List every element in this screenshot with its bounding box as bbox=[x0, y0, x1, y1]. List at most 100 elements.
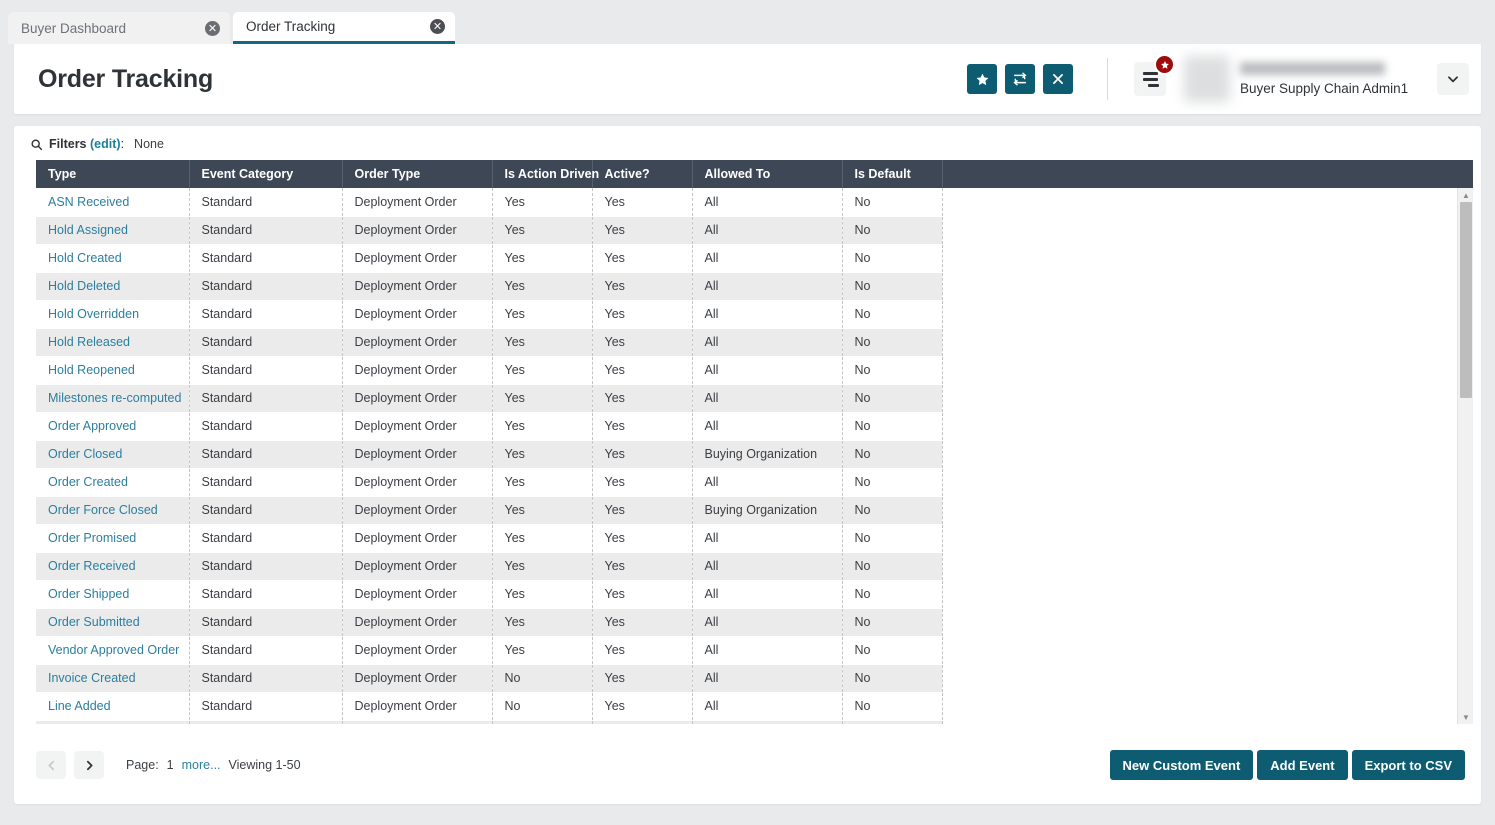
filters-bar: Filters (edit) : None bbox=[14, 126, 1481, 160]
column-header[interactable]: Allowed To bbox=[692, 160, 842, 188]
column-header[interactable]: Active? bbox=[592, 160, 692, 188]
table-row[interactable]: Order PromisedStandardDeployment OrderYe… bbox=[36, 524, 1473, 552]
column-header[interactable]: Event Category bbox=[189, 160, 342, 188]
event-type-link[interactable]: Order Shipped bbox=[48, 587, 129, 601]
table-row[interactable]: Order SubmittedStandardDeployment OrderY… bbox=[36, 608, 1473, 636]
more-pages-link[interactable]: more... bbox=[182, 758, 221, 772]
event-type-link-cell[interactable]: Hold Created bbox=[36, 244, 189, 272]
table-row[interactable]: Order CreatedStandardDeployment OrderYes… bbox=[36, 468, 1473, 496]
scroll-up-arrow[interactable]: ▲ bbox=[1458, 188, 1473, 202]
close-icon[interactable]: ✕ bbox=[430, 19, 445, 34]
event-type-link[interactable]: Hold Deleted bbox=[48, 279, 120, 293]
previous-page-button[interactable] bbox=[36, 751, 66, 779]
table-row[interactable]: Hold OverriddenStandardDeployment OrderY… bbox=[36, 300, 1473, 328]
new-custom-event-button[interactable]: New Custom Event bbox=[1110, 750, 1254, 780]
event-type-link-cell[interactable]: ASN Received bbox=[36, 188, 189, 216]
filters-edit-link[interactable]: (edit) bbox=[90, 137, 121, 151]
event-type-link[interactable]: Order Received bbox=[48, 559, 136, 573]
event-type-link[interactable]: Hold Overridden bbox=[48, 307, 139, 321]
event-type-link-cell[interactable]: Order Received bbox=[36, 552, 189, 580]
event-type-link[interactable]: Order Submitted bbox=[48, 615, 140, 629]
event-type-link[interactable]: Milestones re-computed bbox=[48, 391, 181, 405]
close-button[interactable] bbox=[1043, 64, 1073, 94]
user-account-block[interactable]: Buyer Supply Chain Admin1 bbox=[1184, 44, 1481, 114]
event-type-link[interactable]: Order Closed bbox=[48, 447, 122, 461]
event-type-link-cell[interactable]: Vendor Approved Order bbox=[36, 636, 189, 664]
table-row[interactable]: Line AddedStandardDeployment OrderNoYesA… bbox=[36, 692, 1473, 720]
event-type-link-cell[interactable]: Hold Deleted bbox=[36, 272, 189, 300]
event-type-link[interactable]: Hold Released bbox=[48, 335, 130, 349]
table-cell: Deployment Order bbox=[342, 188, 492, 216]
table-vertical-scrollbar[interactable]: ▲ ▼ bbox=[1457, 188, 1473, 724]
scroll-down-arrow[interactable]: ▼ bbox=[1458, 710, 1473, 724]
event-type-link-cell[interactable]: Order Submitted bbox=[36, 608, 189, 636]
browser-tab-strip: Buyer Dashboard ✕ Order Tracking ✕ bbox=[0, 0, 1495, 44]
column-header[interactable]: Is Default bbox=[842, 160, 942, 188]
table-row[interactable]: Hold AssignedStandardDeployment OrderYes… bbox=[36, 216, 1473, 244]
scrollbar-thumb[interactable] bbox=[1460, 202, 1472, 398]
table-row[interactable]: Hold DeletedStandardDeployment OrderYesY… bbox=[36, 272, 1473, 300]
column-header[interactable]: Is Action Driven bbox=[492, 160, 592, 188]
table-cell: Deployment Order bbox=[342, 664, 492, 692]
event-type-link-cell[interactable]: Line Added bbox=[36, 692, 189, 720]
table-row[interactable]: Order ApprovedStandardDeployment OrderYe… bbox=[36, 412, 1473, 440]
table-row[interactable]: Order ReceivedStandardDeployment OrderYe… bbox=[36, 552, 1473, 580]
event-type-link[interactable]: Hold Assigned bbox=[48, 223, 128, 237]
event-type-link[interactable]: Hold Created bbox=[48, 251, 122, 265]
table-cell: Yes bbox=[592, 188, 692, 216]
add-event-button[interactable]: Add Event bbox=[1257, 750, 1347, 780]
event-type-link-cell[interactable] bbox=[36, 720, 189, 724]
table-cell: No bbox=[842, 692, 942, 720]
table-row[interactable]: Order ShippedStandardDeployment OrderYes… bbox=[36, 580, 1473, 608]
event-type-link[interactable]: ASN Received bbox=[48, 195, 129, 209]
event-type-link[interactable]: Line Added bbox=[48, 699, 111, 713]
table-row[interactable]: Vendor Approved OrderStandardDeployment … bbox=[36, 636, 1473, 664]
event-type-link[interactable]: Hold Reopened bbox=[48, 363, 135, 377]
user-menu-toggle[interactable] bbox=[1437, 63, 1469, 95]
table-cell-filler bbox=[942, 720, 1473, 724]
event-type-link-cell[interactable]: Order Promised bbox=[36, 524, 189, 552]
content-card: Filters (edit) : None TypeEvent Category… bbox=[14, 126, 1481, 804]
export-to-csv-button[interactable]: Export to CSV bbox=[1352, 750, 1465, 780]
event-type-link-cell[interactable]: Order Closed bbox=[36, 440, 189, 468]
event-type-link-cell[interactable]: Hold Overridden bbox=[36, 300, 189, 328]
table-cell: Standard bbox=[189, 440, 342, 468]
event-type-link[interactable]: Order Created bbox=[48, 475, 128, 489]
table-cell: Yes bbox=[492, 524, 592, 552]
table-row[interactable]: Invoice CreatedStandardDeployment OrderN… bbox=[36, 664, 1473, 692]
table-row[interactable] bbox=[36, 720, 1473, 724]
event-type-link-cell[interactable]: Order Force Closed bbox=[36, 496, 189, 524]
favorite-button[interactable] bbox=[967, 64, 997, 94]
table-row[interactable]: ASN ReceivedStandardDeployment OrderYesY… bbox=[36, 188, 1473, 216]
table-cell: No bbox=[842, 552, 942, 580]
close-icon[interactable]: ✕ bbox=[205, 21, 220, 36]
event-type-link-cell[interactable]: Milestones re-computed bbox=[36, 384, 189, 412]
next-page-button[interactable] bbox=[74, 751, 104, 779]
table-cell: Buying Organization bbox=[692, 440, 842, 468]
event-type-link-cell[interactable]: Order Approved bbox=[36, 412, 189, 440]
table-row[interactable]: Order Force ClosedStandardDeployment Ord… bbox=[36, 496, 1473, 524]
event-type-link[interactable]: Vendor Approved Order bbox=[48, 643, 179, 657]
event-type-link-cell[interactable]: Hold Reopened bbox=[36, 356, 189, 384]
column-header[interactable]: Order Type bbox=[342, 160, 492, 188]
filters-separator: : bbox=[121, 137, 124, 151]
event-type-link-cell[interactable]: Invoice Created bbox=[36, 664, 189, 692]
table-row[interactable]: Hold ReleasedStandardDeployment OrderYes… bbox=[36, 328, 1473, 356]
event-type-link-cell[interactable]: Order Created bbox=[36, 468, 189, 496]
event-type-link[interactable]: Invoice Created bbox=[48, 671, 136, 685]
browser-tab-buyer-dashboard[interactable]: Buyer Dashboard ✕ bbox=[8, 12, 230, 44]
event-type-link[interactable]: Order Approved bbox=[48, 419, 136, 433]
table-row[interactable]: Order ClosedStandardDeployment OrderYesY… bbox=[36, 440, 1473, 468]
event-type-link-cell[interactable]: Hold Assigned bbox=[36, 216, 189, 244]
table-footer: Page: 1 more... Viewing 1-50 New Custom … bbox=[14, 726, 1481, 804]
browser-tab-order-tracking[interactable]: Order Tracking ✕ bbox=[233, 12, 455, 44]
table-row[interactable]: Hold CreatedStandardDeployment OrderYesY… bbox=[36, 244, 1473, 272]
refresh-button[interactable] bbox=[1005, 64, 1035, 94]
event-type-link[interactable]: Order Force Closed bbox=[48, 503, 158, 517]
event-type-link-cell[interactable]: Order Shipped bbox=[36, 580, 189, 608]
event-type-link[interactable]: Order Promised bbox=[48, 531, 136, 545]
table-row[interactable]: Hold ReopenedStandardDeployment OrderYes… bbox=[36, 356, 1473, 384]
table-row[interactable]: Milestones re-computedStandardDeployment… bbox=[36, 384, 1473, 412]
column-header[interactable]: Type bbox=[36, 160, 189, 188]
event-type-link-cell[interactable]: Hold Released bbox=[36, 328, 189, 356]
